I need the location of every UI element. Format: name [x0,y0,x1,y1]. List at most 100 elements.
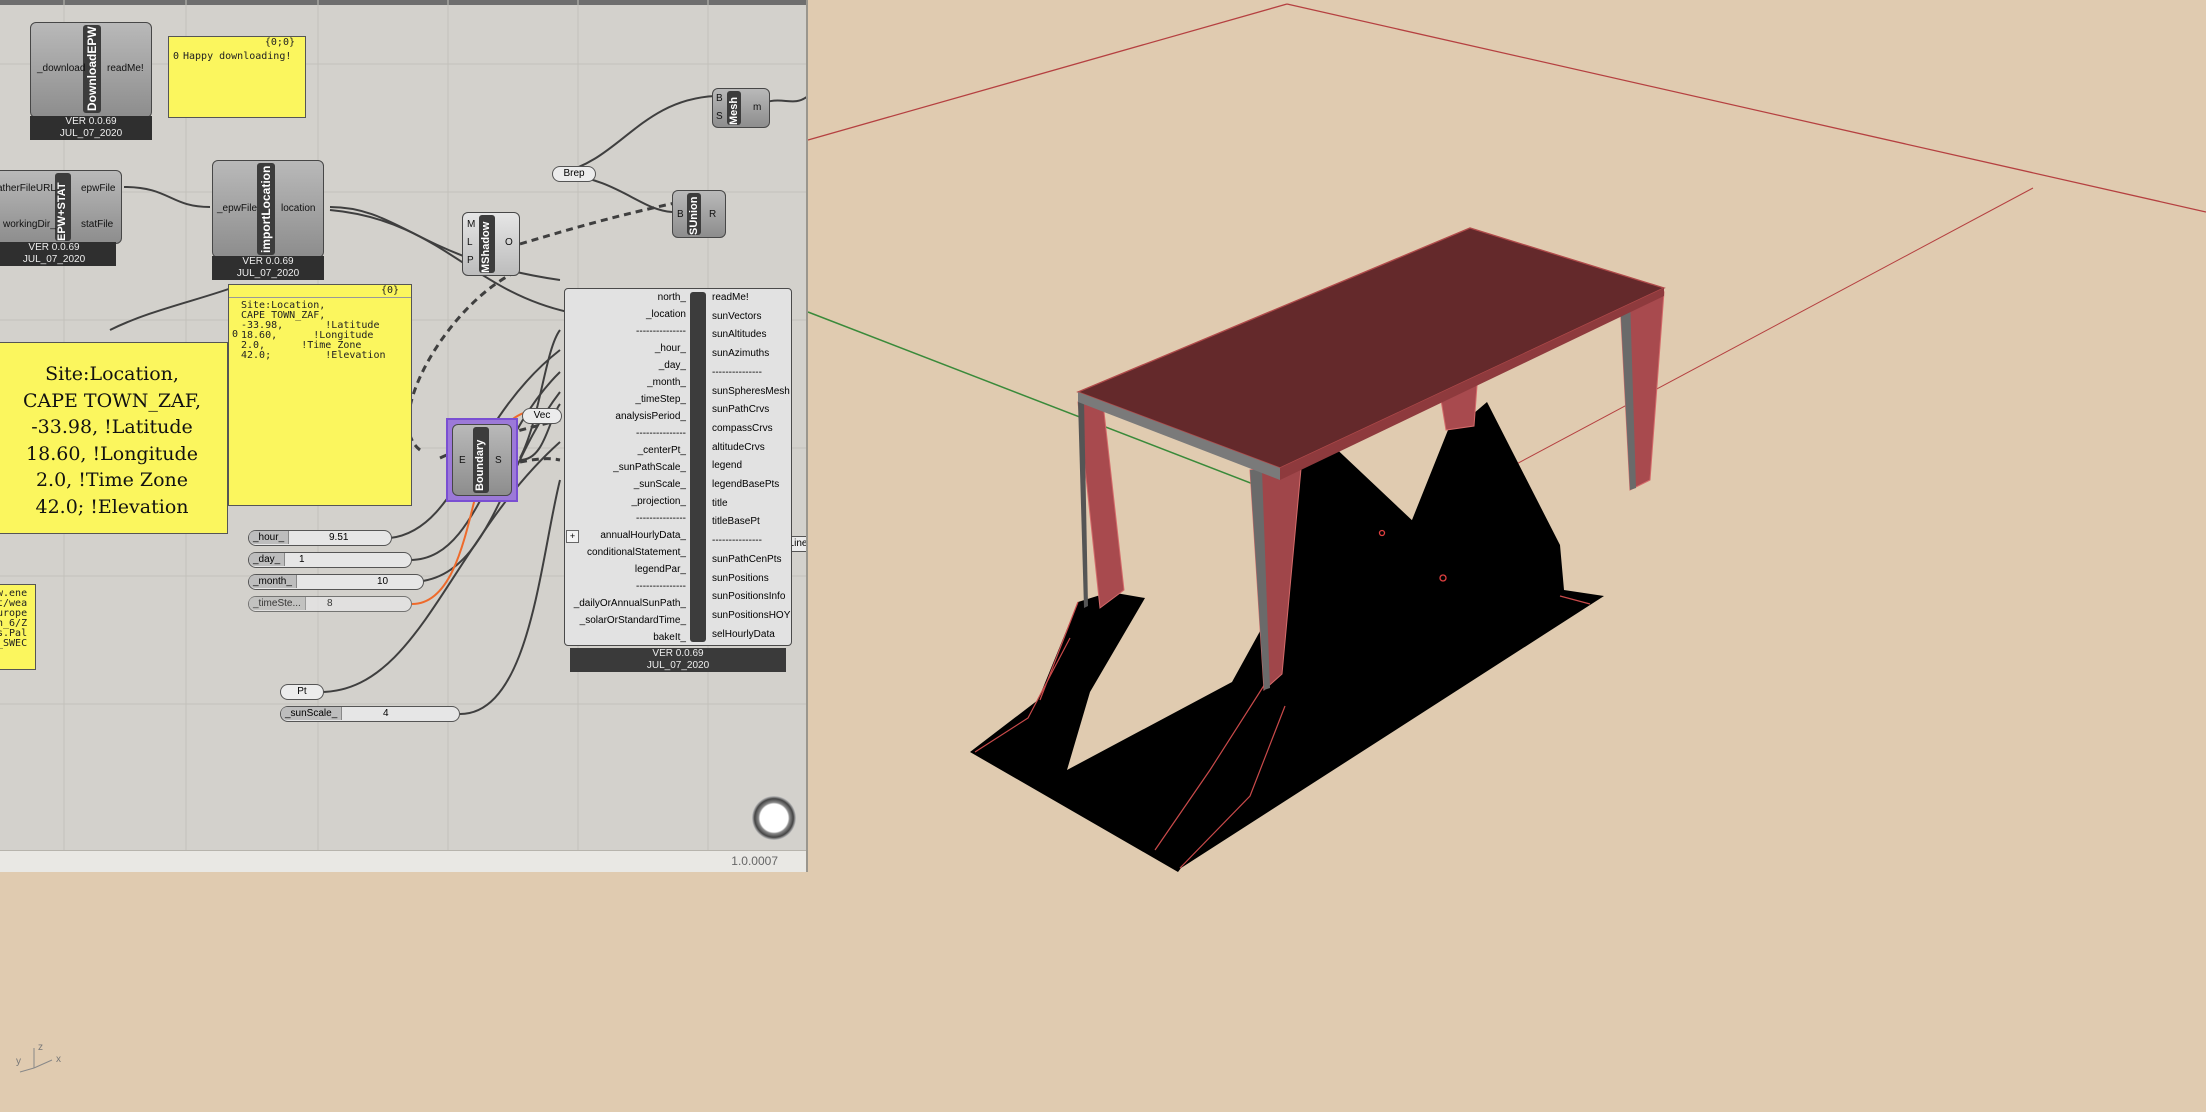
slider-value: 8 [327,598,333,609]
point-param[interactable]: Pt [280,684,324,700]
location-large-panel[interactable]: Site:Location, CAPE TOWN_ZAF, -33.98, !L… [0,342,228,534]
sunpath-input-label: _centerPt_ [637,445,686,456]
sunpath-input-label: north_ [657,292,686,303]
component-title: Mesh [728,96,740,125]
input-label: B [677,209,684,220]
output-label: m [753,102,762,113]
day-slider[interactable]: _day_ 1 [248,552,412,568]
sunpath-output-label: sunPositionsInfo [712,591,786,603]
readme-panel[interactable]: {0;0} 0 Happy downloading! [168,36,306,118]
mesh-component[interactable]: Mesh B S m [712,88,770,128]
solid-union-component[interactable]: SUnion B R [672,190,726,238]
input-label: M [467,219,476,230]
input-label: atherFileURL [0,183,56,194]
grasshopper-canvas[interactable]: DownloadEPW _download readMe! VER 0.0.69… [0,0,808,872]
sunpath-input-label: _projection_ [631,496,686,507]
sunpath-input-label: --------------- [636,326,686,337]
component-title: DownloadEPW [85,26,99,111]
output-label: O [505,237,513,248]
component-title: SUnion [688,196,700,236]
input-label: S [716,111,723,122]
sunpath-output-label: sunPositions [712,572,769,584]
output-label: statFile [81,219,114,230]
sunpath-input-label: bakeIt_ [653,632,686,643]
timestep-slider[interactable]: _timeSte... 8 [248,596,412,612]
component-title: Boundary [474,439,486,491]
sunpath-input-label: _timeStep_ [635,394,686,405]
sunpath-input-label: _location [645,309,686,320]
input-label: L [467,237,473,248]
sunpath-input-label: conditionalStatement_ [587,547,686,558]
sunpath-input-label: _hour_ [654,343,686,354]
sunpath-input-label: --------------- [636,581,686,592]
partial-panel[interactable]: w.ene t/wea urope n_6/Z s.Pal _SWEC [0,584,36,670]
axis-y-label: y [16,1056,21,1067]
slider-value: 4 [383,708,389,719]
sunpath-input-label: --------------- [636,513,686,524]
slider-value: 1 [299,554,305,565]
download-epw-component[interactable]: DownloadEPW _download readMe! [30,22,152,118]
status-bar: 1.0.0007 [0,850,806,872]
slider-name: _timeSte... [249,597,306,610]
mshadow-component[interactable]: MShadow M L P O [462,212,520,276]
output-label: S [495,455,502,466]
component-title: importLocation [259,165,273,253]
sunpath-output-label: legendBasePts [712,479,780,490]
output-label: readMe! [107,63,144,74]
output-label: location [281,203,316,214]
import-location-component[interactable]: importLocation _epwFile location [212,160,324,258]
sunscale-slider[interactable]: _sunScale_ 4 [280,706,460,722]
grid-boundary-line [807,3,1288,141]
slider-value: 10 [377,576,389,587]
sunpath-input-label: _dailyOrAnnualSunPath_ [573,598,686,609]
component-version: VER 0.0.69 JUL_07_2020 [0,242,116,266]
panel-index: 0 [232,329,239,340]
month-slider[interactable]: _month_ 10 [248,574,424,590]
version-label: 1.0.0007 [731,854,778,868]
sunpath-output-label: --------------- [712,366,762,378]
sunpath-component[interactable]: sunPath north__location---------------_h… [564,288,792,646]
panel-index: 0 [173,51,180,62]
sunpath-input-label: annualHourlyData_ [600,530,686,541]
sunpath-output-label: altitudeCrvs [712,441,765,453]
component-version: VER 0.0.69 JUL_07_2020 [212,256,324,280]
sunpath-output-label: readMe! [712,292,749,303]
sunpath-input-label: legendPar_ [634,564,686,575]
vector-param[interactable]: Vec [522,408,562,424]
location-panel[interactable]: {0} 0 Site:Location, CAPE TOWN_ZAF, -33.… [228,284,412,506]
sunpath-output-label: sunVectors [712,310,762,322]
panel-header: {0} [229,285,411,298]
add-input-icon[interactable]: + [566,530,579,543]
sunpath-output-label: sunAltitudes [712,329,767,341]
hour-slider[interactable]: _hour_ 9.51 [248,530,392,546]
input-label: P [467,255,474,266]
input-label: _download [37,63,86,74]
input-label: B [716,93,723,104]
sunpath-output-label: sunPositionsHOY [712,609,791,621]
sunpath-input-label: --------------- [636,428,686,439]
brep-param[interactable]: Brep [552,166,596,182]
sunpath-output-label: compassCrvs [712,422,773,434]
canvas-navigator-icon[interactable] [752,796,796,840]
sunpath-output-label: sunPathCenPts [712,553,782,565]
sunpath-input-label: analysisPeriod_ [615,411,686,422]
epw-stat-component[interactable]: EPW+STAT atherFileURL workingDir_ epwFil… [0,170,122,244]
output-label: R [709,209,717,220]
grid-boundary-line [1286,3,2206,213]
sunpath-output-label: --------------- [712,535,762,547]
boundary-component[interactable]: Boundary E S [452,424,512,496]
sunpath-output-label: titleBasePt [712,516,760,528]
sunpath-output-label: title [712,497,728,509]
output-label: epwFile [81,183,116,194]
axis-x-label: x [56,1054,61,1065]
axis-z-label: z [38,1042,43,1053]
sunpath-output-label: legend [712,460,743,472]
component-title: MShadow [480,221,492,273]
component-version: VER 0.0.69 JUL_07_2020 [570,648,786,672]
sunpath-output-label: sunAzimuths [712,348,770,360]
component-version: VER 0.0.69 JUL_07_2020 [30,116,152,140]
input-label: E [459,455,466,466]
sunpath-input-label: _day_ [658,360,686,371]
sunpath-input-label: _month_ [647,377,686,388]
slider-value: 9.51 [329,532,349,543]
